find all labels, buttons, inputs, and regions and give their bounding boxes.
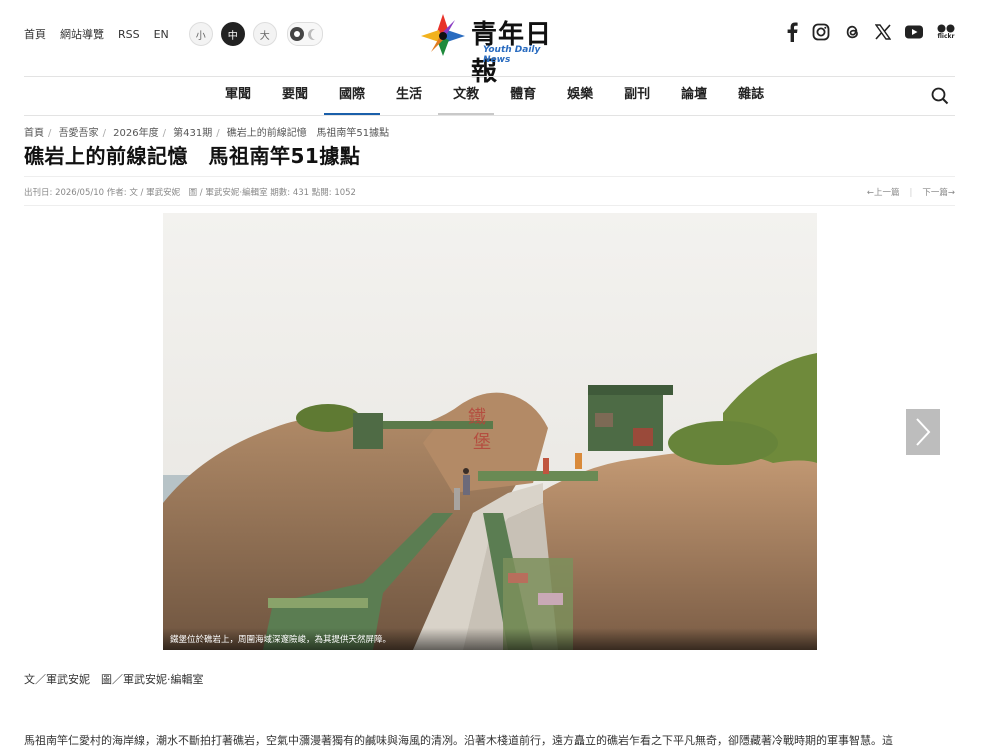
flickr-icon[interactable]: flickr xyxy=(937,24,955,40)
photo-caption-text: 鐵堡位於礁岩上，周圍海域深邃險峻，為其提供天然屏障。 xyxy=(170,635,392,645)
theme-toggle[interactable] xyxy=(286,22,323,46)
util-link-sitemap[interactable]: 網站導覽 xyxy=(60,26,104,42)
article-meta: 出刊日: 2026/05/10 作者: 文 / 軍武安妮 圖 / 軍武安妮·編輯… xyxy=(24,188,356,198)
nav-item-international[interactable]: 國際 xyxy=(324,77,381,115)
breadcrumb-item[interactable]: 第431期 xyxy=(173,128,212,139)
utility-bar: 首頁 網站導覽 RSS EN 小 中 大 xyxy=(24,22,323,46)
prev-article-link[interactable]: ←上一篇 xyxy=(867,188,900,198)
breadcrumb: 首頁 / 吾愛吾家/ 2026年度 / 第431期 / 礁岩上的前線記憶 馬祖南竿51… xyxy=(24,128,390,139)
youtube-icon[interactable] xyxy=(905,25,923,39)
nav-item-news[interactable]: 要聞 xyxy=(267,77,323,115)
nav-item-sports[interactable]: 體育 xyxy=(495,77,551,115)
social-links: flickr xyxy=(772,22,955,42)
breadcrumb-item: 馬祖南竿51據點 xyxy=(316,128,390,139)
dark-mode-icon xyxy=(311,29,322,40)
site-logo[interactable]: 青年日報 Youth Daily News xyxy=(419,12,569,87)
logo-emblem-icon xyxy=(421,14,465,56)
nav-item-culture-education[interactable]: 文教 xyxy=(438,77,495,115)
util-link-rss[interactable]: RSS xyxy=(118,28,140,41)
logo-text-en: Youth Daily News xyxy=(483,45,541,65)
nav-item-magazine[interactable]: 雜誌 xyxy=(723,77,779,115)
search-icon[interactable] xyxy=(931,87,949,109)
article-photo[interactable]: 鐵 堡 鐵堡位於礁岩上，周圍海域深邃險峻，為其提供天然屏障。 xyxy=(163,213,817,650)
main-nav: 軍聞 要聞 國際 生活 文教 體育 娛樂 副刊 論壇 雜誌 xyxy=(24,77,955,115)
font-size-large-button[interactable]: 大 xyxy=(252,22,277,46)
breadcrumb-item[interactable]: 2026年度 xyxy=(113,128,158,139)
next-article-link[interactable]: 下一篇→ xyxy=(922,188,955,198)
gallery-next-button[interactable] xyxy=(906,409,940,455)
article-pager: ←上一篇 | 下一篇→ xyxy=(866,188,955,198)
font-size-medium-button[interactable]: 中 xyxy=(220,22,245,46)
page-title: 礁岩上的前線記憶 馬祖南竿51據點 xyxy=(24,144,361,168)
nav-item-forum[interactable]: 論壇 xyxy=(666,77,722,115)
breadcrumb-item[interactable]: 吾愛吾家 xyxy=(59,128,99,139)
nav-item-entertainment[interactable]: 娛樂 xyxy=(552,77,608,115)
font-size-small-button[interactable]: 小 xyxy=(188,22,213,46)
svg-text:堡: 堡 xyxy=(473,432,491,453)
breadcrumb-item: 礁岩上的前線記憶 xyxy=(226,128,307,139)
meta-divider-bottom xyxy=(24,205,955,206)
facebook-icon[interactable] xyxy=(786,22,798,42)
nav-divider-bottom xyxy=(24,115,955,116)
nav-item-life[interactable]: 生活 xyxy=(381,77,437,115)
photo-caption: 鐵堡位於礁岩上，周圍海域深邃險峻，為其提供天然屏障。 xyxy=(163,628,817,650)
article-byline: 文／軍武安妮 圖／軍武安妮‧編輯室 xyxy=(24,673,204,686)
svg-text:鐵: 鐵 xyxy=(468,407,486,428)
top-bar: 首頁 網站導覽 RSS EN 小 中 大 青年日報 Youth Daily Ne… xyxy=(24,0,955,87)
meta-divider-top xyxy=(24,176,955,177)
font-size-switcher: 小 中 大 xyxy=(188,22,285,46)
nav-item-supplement[interactable]: 副刊 xyxy=(609,77,665,115)
threads-icon[interactable] xyxy=(844,23,861,41)
nav-item-military[interactable]: 軍聞 xyxy=(210,77,266,115)
util-link-home[interactable]: 首頁 xyxy=(24,26,46,42)
chevron-right-icon xyxy=(916,418,931,446)
flickr-label: flickr xyxy=(937,33,955,40)
breadcrumb-item[interactable]: 首頁 xyxy=(24,128,44,139)
light-mode-icon xyxy=(290,27,305,41)
instagram-icon[interactable] xyxy=(812,23,830,41)
article-body: 馬祖南竿仁愛村的海岸線，潮水不斷拍打著礁岩，空氣中瀰漫著獨有的鹹味與海風的清冽。… xyxy=(24,734,893,747)
util-link-en[interactable]: EN xyxy=(154,28,169,41)
x-icon[interactable] xyxy=(875,24,891,40)
